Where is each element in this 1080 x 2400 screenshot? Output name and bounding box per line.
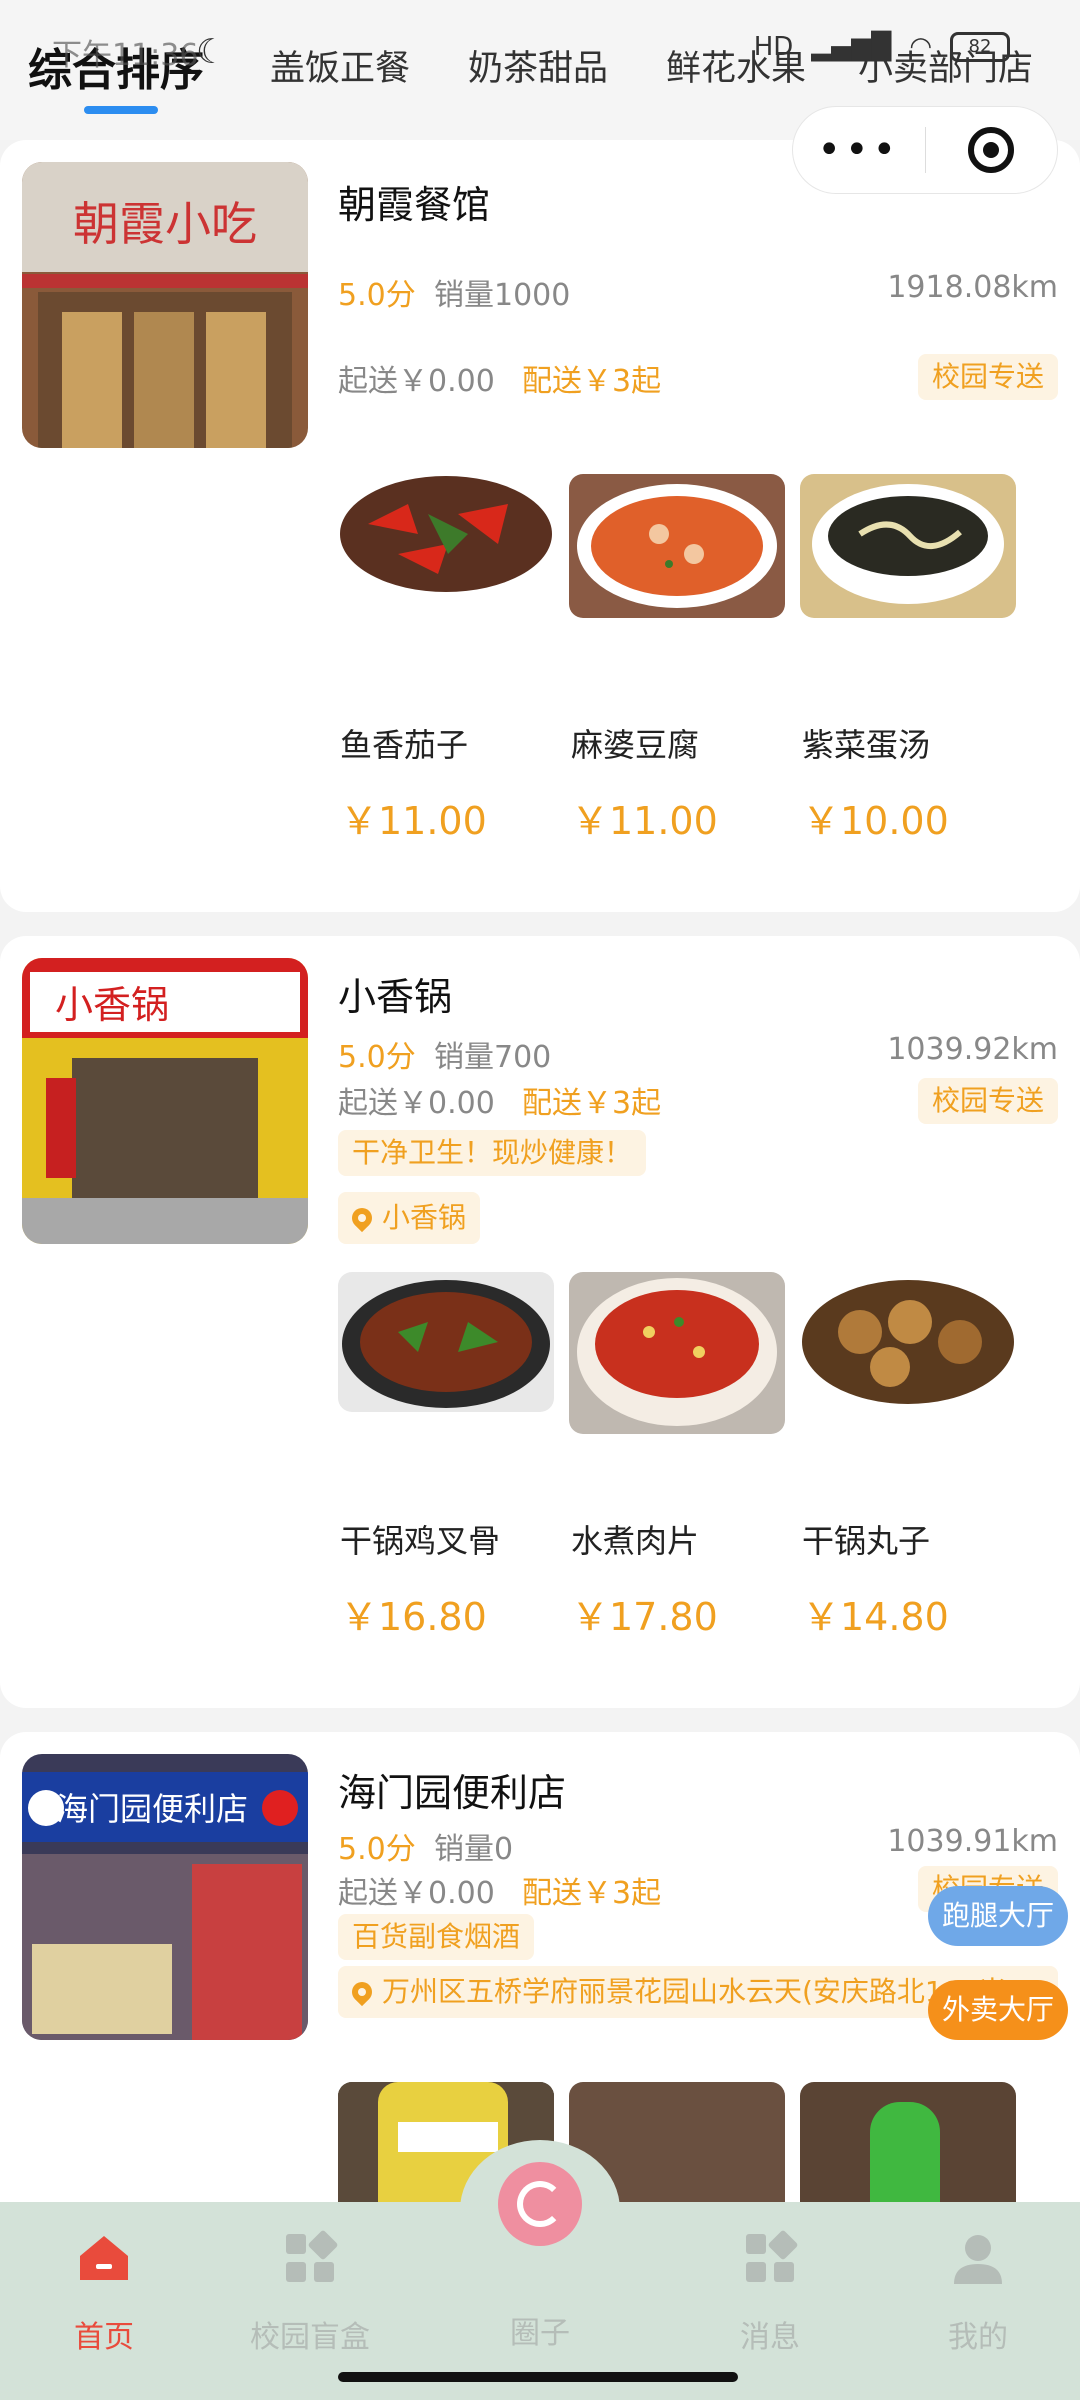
dish-photo[interactable] xyxy=(569,1272,785,1434)
store-name[interactable]: 小香锅 xyxy=(338,966,452,1021)
svg-text:朝霞小吃: 朝霞小吃 xyxy=(73,197,257,251)
grid-icon xyxy=(746,2230,798,2282)
store-photo: 海门园便利店 xyxy=(22,1754,308,2040)
store-name[interactable]: 海门园便利店 xyxy=(338,1762,566,1817)
nav-circle[interactable]: 圈子 xyxy=(460,2230,620,2352)
grid-icon xyxy=(286,2230,338,2282)
delivery-fee: 配送￥3起 xyxy=(522,1086,662,1121)
store-rating: 5.0分 xyxy=(338,278,416,313)
store-name[interactable]: 朝霞餐馆 xyxy=(338,174,490,229)
dish-price: ￥11.00 xyxy=(571,799,718,843)
store-sales: 销量0 xyxy=(434,1832,514,1867)
dish-price: ￥17.80 xyxy=(571,1595,718,1639)
store-card[interactable]: 朝霞小吃 朝霞餐馆 5.0分 销量1000 1918.08km 起送￥0.00 … xyxy=(0,140,1080,912)
min-order: 起送￥0.00 xyxy=(338,1086,495,1121)
nav-campus-blindbox[interactable]: 校园盲盒 xyxy=(230,2230,390,2356)
dish-photo[interactable] xyxy=(800,474,1016,618)
store-address: 小香锅 xyxy=(382,1201,467,1234)
tab-milk-tea-desserts[interactable]: 奶茶甜品 xyxy=(468,40,608,91)
store-photo: 朝霞小吃 xyxy=(22,162,308,448)
campus-delivery-tag: 校园专送 xyxy=(917,354,1058,400)
store-address-tag[interactable]: 小香锅 xyxy=(338,1192,481,1244)
store-photo: 小香锅 xyxy=(22,958,308,1244)
min-order: 起送￥0.00 xyxy=(338,1876,495,1911)
more-icon[interactable]: ••• xyxy=(793,130,925,170)
user-icon xyxy=(954,2235,1002,2284)
nav-home[interactable]: 首页 xyxy=(24,2230,184,2356)
nav-mine[interactable]: 我的 xyxy=(898,2230,1058,2356)
miniprogram-capsule: ••• xyxy=(792,106,1058,194)
dish-photo[interactable] xyxy=(338,1272,554,1412)
nav-mine-label: 我的 xyxy=(948,2320,1008,2355)
dish-price: ￥11.00 xyxy=(340,799,487,843)
dish-name: 麻婆豆腐 xyxy=(571,726,700,764)
tab-comprehensive-sort[interactable]: 综合排序 xyxy=(28,34,204,98)
store-distance: 1039.91km xyxy=(887,1824,1058,1859)
store-distance: 1039.92km xyxy=(887,1032,1058,1067)
dish-photo[interactable] xyxy=(338,474,554,598)
close-icon[interactable] xyxy=(926,127,1058,173)
home-indicator xyxy=(338,2372,738,2382)
svg-text:海门园便利店: 海门园便利店 xyxy=(56,1790,248,1828)
circle-center-button[interactable] xyxy=(498,2162,582,2246)
store-rating: 5.0分 xyxy=(338,1832,416,1867)
store-rating: 5.0分 xyxy=(338,1040,416,1075)
svg-text:小香锅: 小香锅 xyxy=(55,983,169,1027)
dish-price: ￥16.80 xyxy=(340,1595,487,1639)
dish-name: 紫菜蛋汤 xyxy=(802,726,931,764)
nav-campus-blindbox-label: 校园盲盒 xyxy=(250,2320,370,2355)
location-pin-icon xyxy=(347,1977,377,2007)
nav-messages[interactable]: 消息 xyxy=(690,2230,850,2356)
tab-flowers-fruits[interactable]: 鲜花水果 xyxy=(666,40,806,91)
nav-messages-label: 消息 xyxy=(740,2320,800,2355)
store-address: 万州区五桥学府丽景花园山水云天(安庆路北100米) xyxy=(382,1975,1018,2008)
tab-rice-meals[interactable]: 盖饭正餐 xyxy=(270,40,410,91)
dish-price: ￥10.00 xyxy=(802,799,949,843)
dish-name: 干锅丸子 xyxy=(802,1522,931,1560)
takeout-hall-button[interactable]: 外卖大厅 xyxy=(927,1980,1068,2040)
nav-circle-label: 圈子 xyxy=(510,2316,570,2351)
store-distance: 1918.08km xyxy=(887,270,1058,305)
dish-photo[interactable] xyxy=(569,474,785,618)
dish-photo[interactable] xyxy=(800,1272,1016,1406)
active-tab-indicator xyxy=(84,106,158,114)
tab-convenience-store[interactable]: 小卖部门店 xyxy=(858,40,1033,91)
dish-price: ￥14.80 xyxy=(802,1595,949,1639)
delivery-fee: 配送￥3起 xyxy=(522,364,662,399)
store-sales: 销量1000 xyxy=(434,278,571,313)
min-order: 起送￥0.00 xyxy=(338,364,495,399)
delivery-fee: 配送￥3起 xyxy=(522,1876,662,1911)
dish-name: 鱼香茄子 xyxy=(340,726,469,764)
dish-name: 水煮肉片 xyxy=(571,1522,700,1560)
campus-delivery-tag: 校园专送 xyxy=(917,1078,1058,1124)
store-slogan-tag: 干净卫生！现炒健康！ xyxy=(338,1130,647,1176)
store-card[interactable]: 小香锅 小香锅 5.0分 销量700 1039.92km 起送￥0.00 配送￥… xyxy=(0,936,1080,1708)
location-pin-icon xyxy=(347,1203,377,1233)
nav-home-label: 首页 xyxy=(74,2320,134,2355)
store-slogan-tag: 百货副食烟酒 xyxy=(338,1914,535,1960)
store-sales: 销量700 xyxy=(434,1040,552,1075)
dish-name: 干锅鸡叉骨 xyxy=(340,1522,501,1560)
errand-hall-button[interactable]: 跑腿大厅 xyxy=(927,1886,1068,1946)
home-icon xyxy=(80,2236,128,2280)
